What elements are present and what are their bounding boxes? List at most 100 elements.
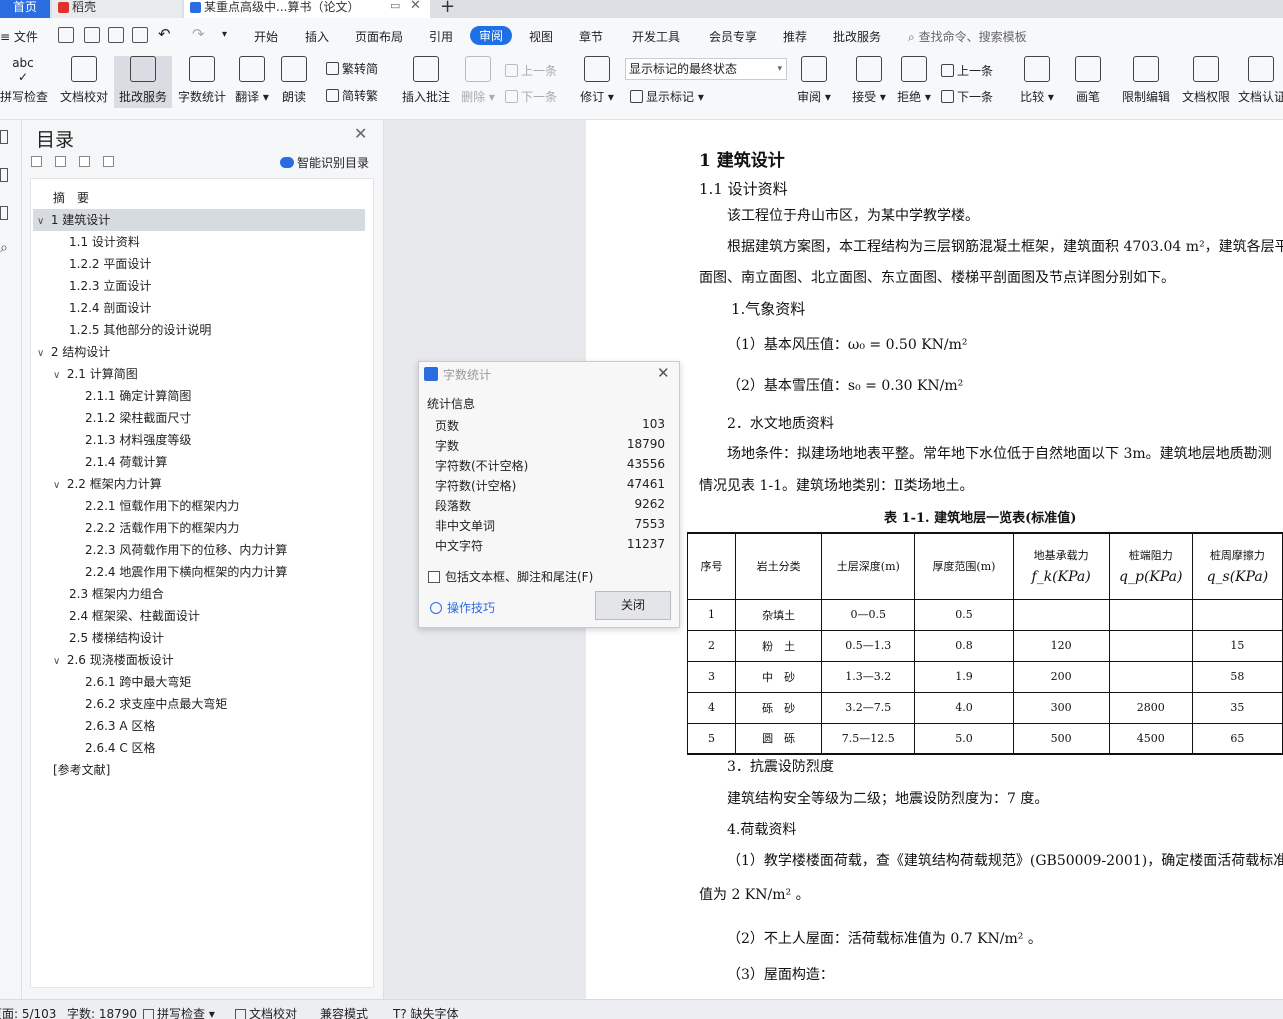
tab-docer[interactable]: 稻壳 bbox=[52, 0, 182, 18]
menu-recommend[interactable]: 推荐 bbox=[783, 28, 807, 45]
toc-pane-icon[interactable] bbox=[0, 130, 8, 144]
menu-insert[interactable]: 插入 bbox=[305, 28, 329, 45]
document-page[interactable]: 1 建筑设计 1.1 设计资料 该工程位于舟山市区，为某中学教学楼。 根据建筑方… bbox=[586, 120, 1283, 999]
toc-item[interactable]: ∨ 2.2 框架内力计算 bbox=[33, 473, 365, 495]
save-icon[interactable] bbox=[58, 27, 74, 43]
restrict-editing-button[interactable]: 限制编辑 bbox=[1120, 56, 1172, 105]
read-aloud-button[interactable]: 朗读 bbox=[280, 56, 308, 105]
show-markup-button[interactable]: 显示标记 ▾ bbox=[630, 88, 704, 105]
prev-change-button[interactable]: 上一条 bbox=[941, 62, 993, 79]
menu-page-layout[interactable]: 页面布局 bbox=[355, 28, 403, 45]
toc-item[interactable]: 2.1.3 材料强度等级 bbox=[33, 429, 365, 451]
toc-item[interactable]: 1.2.2 平面设计 bbox=[33, 253, 365, 275]
toc-item[interactable]: 摘 要 bbox=[33, 187, 365, 209]
pen-button[interactable]: 画笔 bbox=[1073, 56, 1103, 105]
menu-correction[interactable]: 批改服务 bbox=[833, 28, 881, 45]
review-pane-button[interactable]: 审阅 ▾ bbox=[796, 56, 832, 105]
toc-item[interactable]: 2.5 楼梯结构设计 bbox=[33, 627, 365, 649]
toc-item[interactable]: 2.2.1 恒载作用下的框架内力 bbox=[33, 495, 365, 517]
accept-button[interactable]: 接受 ▾ bbox=[851, 56, 887, 105]
tab-home[interactable]: 首页 bbox=[0, 0, 50, 18]
menu-chapter[interactable]: 章节 bbox=[579, 28, 603, 45]
toc-item[interactable]: 1.1 设计资料 bbox=[33, 231, 365, 253]
toc-item[interactable]: 1.2.3 立面设计 bbox=[33, 275, 365, 297]
document-rights-button[interactable]: 文档权限 bbox=[1180, 56, 1232, 105]
redo-icon[interactable]: ↷ bbox=[192, 25, 205, 43]
reject-button[interactable]: 拒绝 ▾ bbox=[896, 56, 932, 105]
toc-item[interactable]: 2.1.4 荷载计算 bbox=[33, 451, 365, 473]
document-cert-button[interactable]: 文档认证 bbox=[1238, 56, 1283, 105]
doc-check-status[interactable]: 文档校对 bbox=[235, 1005, 297, 1019]
toc-item[interactable]: 2.2.4 地震作用下横向框架的内力计算 bbox=[33, 561, 365, 583]
tab-document[interactable]: 某重点高级中...算书（论文） ▭ ✕ bbox=[184, 0, 430, 18]
toc-item[interactable]: 2.6.4 C 区格 bbox=[33, 737, 365, 759]
spell-check-button[interactable]: abc ✓ 拼写检查 bbox=[0, 56, 48, 105]
smart-toc-button[interactable]: 智能识别目录 bbox=[280, 154, 369, 171]
correction-service-button[interactable]: 批改服务 bbox=[114, 56, 172, 108]
word-count-indicator[interactable]: 字数: 18790 bbox=[67, 1005, 137, 1019]
toc-item[interactable]: 2.4 框架梁、柱截面设计 bbox=[33, 605, 365, 627]
toc-item[interactable]: ∨ 2 结构设计 bbox=[33, 341, 365, 363]
page-indicator[interactable]: 页面: 5/103 bbox=[0, 1005, 56, 1019]
toc-item[interactable]: 2.2.2 活载作用下的框架内力 bbox=[33, 517, 365, 539]
delete-comment-button[interactable]: 删除 ▾ bbox=[460, 56, 496, 105]
toc-item[interactable]: 2.6.3 A 区格 bbox=[33, 715, 365, 737]
toc-close-icon[interactable]: ✕ bbox=[354, 124, 367, 143]
include-textbox-checkbox[interactable]: 包括文本框、脚注和尾注(F) bbox=[428, 568, 593, 585]
command-search[interactable]: ⌕ 查找命令、搜索模板 bbox=[908, 28, 1027, 45]
doc-check-button[interactable]: 文档校对 bbox=[58, 56, 110, 105]
menu-home[interactable]: 开始 bbox=[254, 28, 278, 45]
chevron-down-icon[interactable]: ∨ bbox=[37, 343, 47, 365]
remove-heading-icon[interactable] bbox=[103, 156, 114, 167]
chevron-down-icon[interactable]: ∨ bbox=[53, 475, 63, 497]
toc-item[interactable]: ∨ 1 建筑设计 bbox=[33, 209, 365, 231]
close-button[interactable]: 关闭 bbox=[595, 591, 671, 620]
menu-member[interactable]: 会员专享 bbox=[709, 28, 757, 45]
simp-to-trad-button[interactable]: 简转繁 bbox=[326, 87, 378, 104]
chevron-down-icon[interactable]: ∨ bbox=[53, 651, 63, 673]
word-count-button[interactable]: 字数统计 bbox=[176, 56, 228, 105]
print-preview-icon[interactable] bbox=[132, 27, 148, 43]
menu-view[interactable]: 视图 bbox=[529, 28, 553, 45]
toc-item[interactable]: ∨ 2.6 现浇楼面板设计 bbox=[33, 649, 365, 671]
dialog-close-icon[interactable]: ✕ bbox=[657, 364, 670, 382]
tips-link[interactable]: 操作技巧 bbox=[430, 599, 495, 616]
track-changes-button[interactable]: 修订 ▾ bbox=[580, 56, 614, 105]
toc-item[interactable]: 2.6.1 跨中最大弯矩 bbox=[33, 671, 365, 693]
menu-references[interactable]: 引用 bbox=[429, 28, 453, 45]
compare-button[interactable]: 比较 ▾ bbox=[1018, 56, 1056, 105]
next-comment-button[interactable]: 下一条 bbox=[505, 88, 557, 105]
chevron-down-icon[interactable]: ∨ bbox=[37, 211, 47, 233]
toc-item[interactable]: [参考文献] bbox=[33, 759, 365, 781]
menu-review[interactable]: 审阅 bbox=[470, 26, 513, 45]
chevron-down-icon[interactable]: ∨ bbox=[53, 365, 63, 387]
toc-item[interactable]: 2.1.2 梁柱截面尺寸 bbox=[33, 407, 365, 429]
export-pdf-icon[interactable] bbox=[84, 27, 100, 43]
find-pane-icon[interactable]: ⌕ bbox=[0, 240, 8, 256]
undo-icon[interactable]: ↶ bbox=[158, 25, 171, 43]
toc-item[interactable]: 2.3 框架内力组合 bbox=[33, 583, 365, 605]
missing-font-status[interactable]: T? 缺失字体 bbox=[393, 1005, 459, 1019]
next-change-button[interactable]: 下一条 bbox=[941, 88, 993, 105]
toc-item[interactable]: 2.1.1 确定计算简图 bbox=[33, 385, 365, 407]
menu-file[interactable]: ≡ 文件 bbox=[0, 28, 38, 45]
print-icon[interactable] bbox=[108, 27, 124, 43]
toc-item[interactable]: 1.2.4 剖面设计 bbox=[33, 297, 365, 319]
toc-item[interactable]: 2.6.2 求支座中点最大弯矩 bbox=[33, 693, 365, 715]
trad-to-simp-button[interactable]: 繁转简 bbox=[326, 60, 378, 77]
add-heading-icon[interactable] bbox=[79, 156, 90, 167]
menu-developer[interactable]: 开发工具 bbox=[632, 28, 680, 45]
markup-display-dropdown[interactable]: 显示标记的最终状态 ▾ bbox=[625, 58, 787, 80]
expand-level-icon[interactable] bbox=[55, 156, 66, 167]
toc-item[interactable]: 2.2.3 风荷载作用下的位移、内力计算 bbox=[33, 539, 365, 561]
toc-item[interactable]: ∨ 2.1 计算简图 bbox=[33, 363, 365, 385]
close-tab-icon[interactable]: ✕ bbox=[410, 0, 421, 13]
bookmark-pane-icon[interactable] bbox=[0, 206, 8, 220]
collapse-all-icon[interactable] bbox=[31, 156, 42, 167]
new-tab-button[interactable]: + bbox=[440, 0, 455, 17]
insert-comment-button[interactable]: 插入批注 bbox=[400, 56, 452, 105]
toc-item[interactable]: 1.2.5 其他部分的设计说明 bbox=[33, 319, 365, 341]
monitor-icon[interactable]: ▭ bbox=[390, 0, 400, 13]
prev-comment-button[interactable]: 上一条 bbox=[505, 62, 557, 79]
translate-button[interactable]: 翻译 ▾ bbox=[234, 56, 270, 105]
